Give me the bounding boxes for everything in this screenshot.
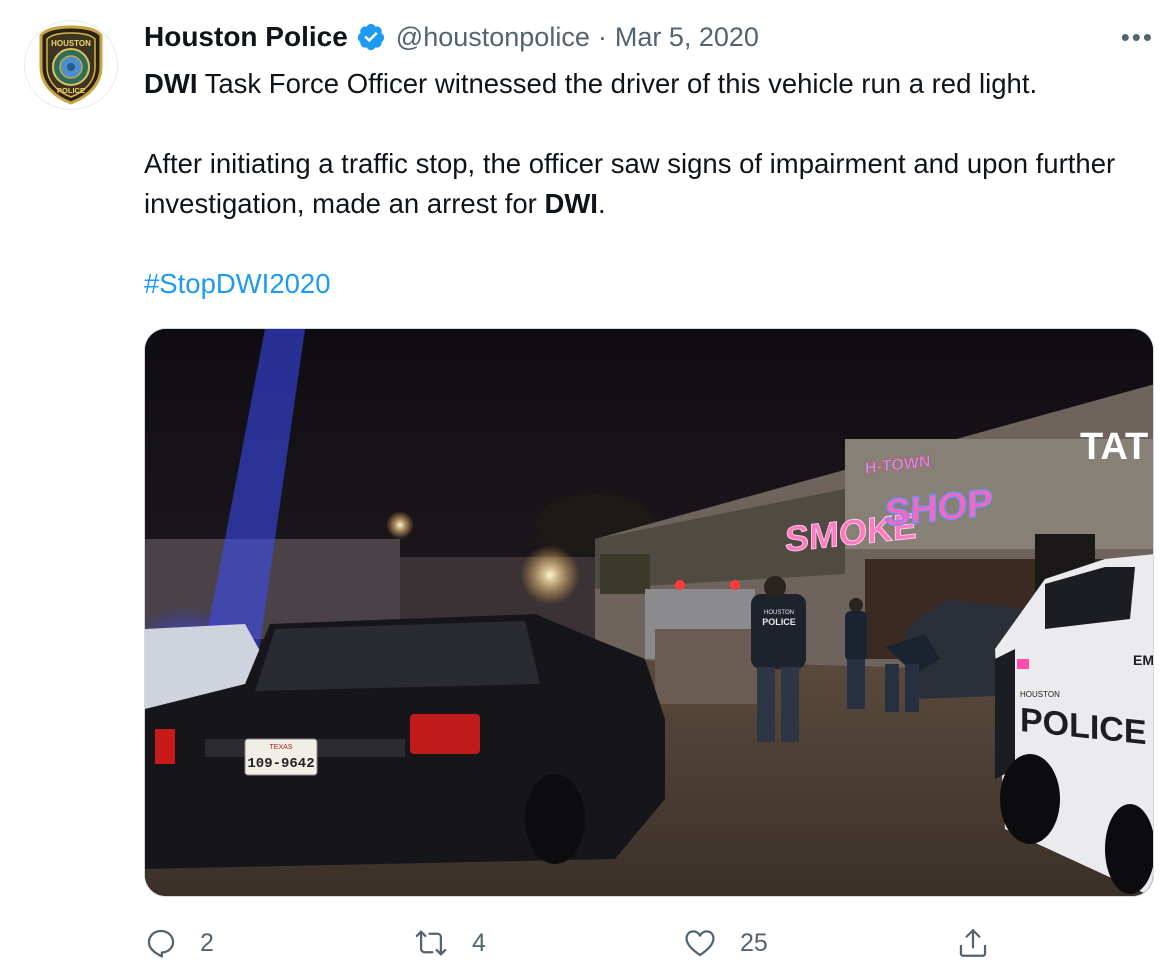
author-handle[interactable]: @houstonpolice [396,22,590,53]
retweet-count: 4 [472,928,486,957]
tweet-date[interactable]: Mar 5, 2020 [615,22,759,53]
heart-icon [685,930,715,957]
svg-text:HOUSTON: HOUSTON [51,39,91,48]
vest-text: POLICE [762,617,796,627]
reply-count: 2 [200,928,214,957]
tweet-photo[interactable]: SMOKE SHOP H-TOWN TAT TEXAS 109-9642 HOU… [144,328,1154,897]
bold-term: DWI [144,68,198,99]
svg-text:POLICE: POLICE [57,86,85,95]
plate-number: 109-9642 [247,756,314,772]
share-icon [959,929,987,957]
tweet-header: Houston Police @houstonpolice · Mar 5, 2… [144,18,759,56]
tweet-actions: 2 4 25 [144,920,1154,966]
plate-state: TEXAS [270,744,293,751]
reply-icon [147,929,175,958]
tweet-paragraph-1: DWI Task Force Officer witnessed the dri… [144,64,1159,104]
tweet-paragraph-2: After initiating a traffic stop, the off… [144,144,1159,224]
houston-police-badge-icon: HOUSTON POLICE [39,25,103,105]
reply-button[interactable]: 2 [144,920,214,966]
like-button[interactable]: 25 [682,920,768,966]
verified-badge-icon [356,22,386,52]
officer-figure [845,598,867,709]
car-side-text: EME [1133,652,1154,668]
photo-scene: SMOKE SHOP H-TOWN TAT TEXAS 109-9642 HOU… [145,329,1154,896]
more-options-icon[interactable]: ••• [1121,22,1154,53]
bold-term: DWI [544,188,598,219]
text-segment: . [597,188,606,219]
tat-sign: TAT [1080,426,1148,468]
retweet-icon [415,930,447,956]
tweet-text: DWI Task Force Officer witnessed the dri… [144,64,1159,304]
like-count: 25 [740,928,768,957]
share-button[interactable] [956,920,990,966]
retweet-button[interactable]: 4 [412,920,486,966]
hashtag-link[interactable]: #StopDWI2020 [144,268,331,299]
author-avatar[interactable]: HOUSTON POLICE [24,20,118,110]
text-segment: After initiating a traffic stop, the off… [144,148,1116,219]
text-segment: Task Force Officer witnessed the driver … [197,68,1038,99]
separator-dot: · [597,21,607,52]
car-small-text: HOUSTON [1020,690,1060,699]
vest-small-text: HOUSTON [764,610,794,616]
author-display-name[interactable]: Houston Police [144,21,348,53]
